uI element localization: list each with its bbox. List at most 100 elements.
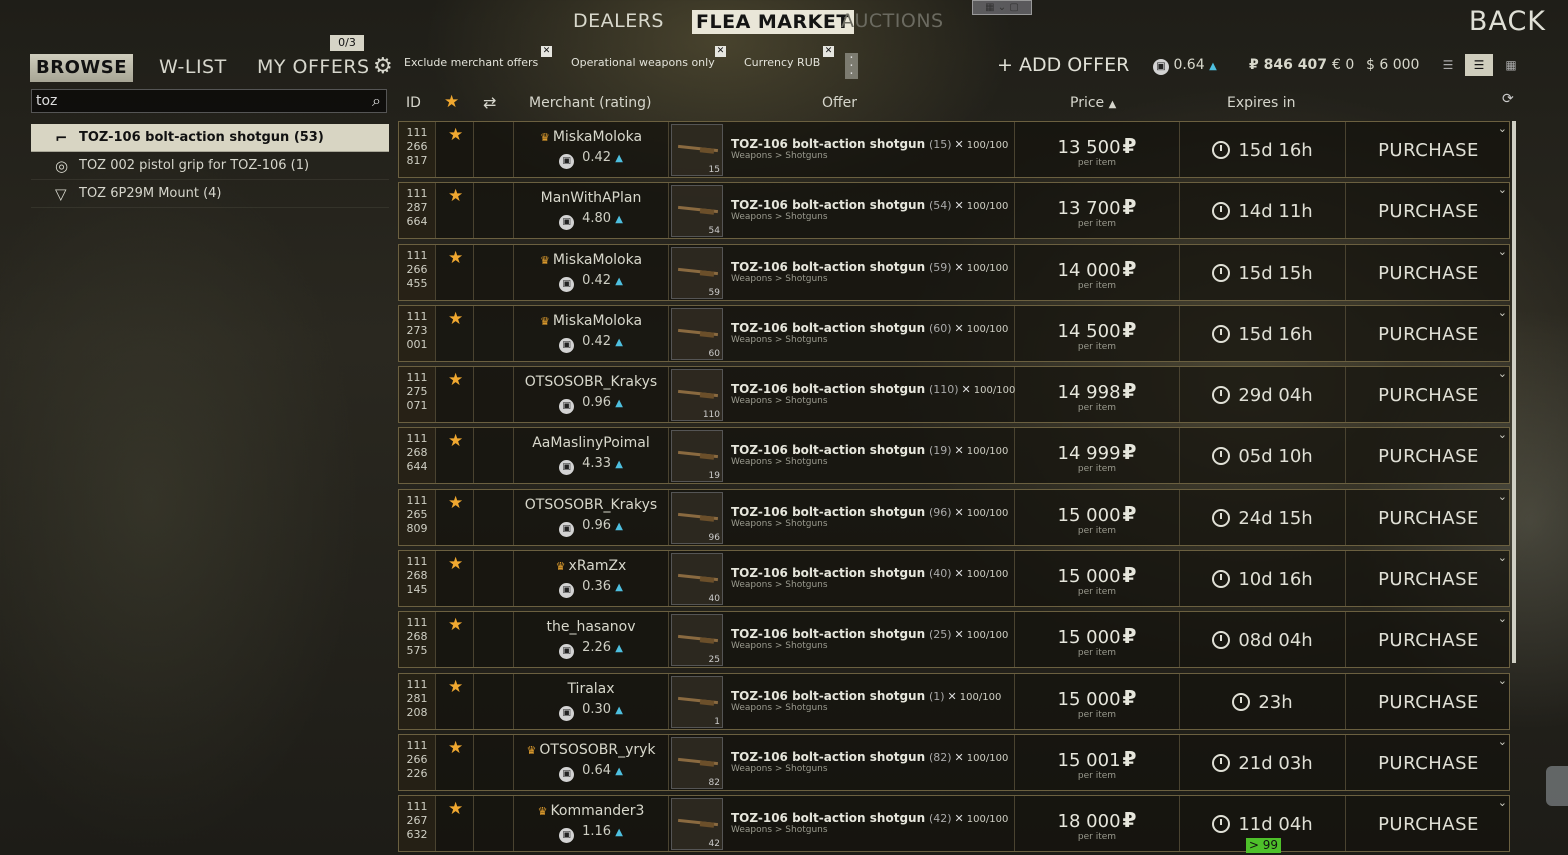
chevron-down-icon[interactable]: ⌄ (1498, 612, 1507, 625)
favorite-cell[interactable]: ★ (436, 489, 474, 545)
offer-cell[interactable]: TOZ-106 bolt-action shotgun (59) ✕ 100/100… (725, 244, 1015, 300)
favorite-cell[interactable]: ★ (436, 305, 474, 361)
filter-operational-weapons[interactable]: Operational weapons only (571, 56, 715, 69)
close-icon[interactable]: ✕ (823, 46, 834, 57)
merchant-cell[interactable]: OTSOSOBR_Krakys ▣ 0.96 ▲ (514, 489, 669, 545)
purchase-button[interactable]: PURCHASE (1346, 490, 1511, 545)
chevron-down-icon[interactable]: ⌄ (1498, 735, 1507, 748)
purchase-button[interactable]: PURCHASE (1346, 796, 1511, 851)
merchant-cell[interactable]: ♛ MiskaMoloka ▣ 0.42 ▲ (514, 244, 669, 300)
table-row[interactable]: 111 273 001 ★ ♛ MiskaMoloka ▣ 0.42 ▲ 60 TOZ-… (398, 304, 1511, 362)
merchant-name[interactable]: ♛ MiskaMoloka (514, 313, 668, 329)
merchant-name[interactable]: ♛ MiskaMoloka (514, 129, 668, 145)
star-icon[interactable]: ★ (448, 493, 463, 513)
tab-wlist[interactable]: W-LIST (159, 56, 227, 78)
header-price[interactable]: Price ▲ (1070, 95, 1116, 111)
offer-cell[interactable]: TOZ-106 bolt-action shotgun (60) ✕ 100/100… (725, 305, 1015, 361)
table-row[interactable]: 111 266 226 ★ ♛ OTSOSOBR_yryk ▣ 0.64 ▲ 82 TO… (398, 733, 1510, 791)
close-icon[interactable]: ✕ (541, 46, 552, 57)
star-icon[interactable]: ★ (448, 125, 463, 145)
chevron-down-icon[interactable]: ⌄ (1498, 490, 1507, 503)
tab-browse[interactable]: BROWSE (30, 54, 133, 82)
table-row[interactable]: 111 281 208 ★ Tiralax ▣ 0.30 ▲ 1 TOZ-106 bo… (398, 672, 1510, 730)
offer-cell[interactable]: TOZ-106 bolt-action shotgun (96) ✕ 100/100… (725, 489, 1015, 545)
grid-view-icon[interactable]: ▦ (1503, 58, 1519, 72)
star-icon[interactable]: ★ (448, 309, 463, 329)
merchant-name[interactable]: ManWithAPlan (514, 190, 668, 206)
offer-cell[interactable]: TOZ-106 bolt-action shotgun (42) ✕ 100/100… (725, 796, 1015, 852)
sidebar-item-toz002-grip[interactable]: ◎ TOZ 002 pistol grip for TOZ-106 (1) (31, 152, 389, 180)
star-icon[interactable]: ★ (448, 554, 463, 574)
merchant-cell[interactable]: ♛ MiskaMoloka ▣ 0.42 ▲ (514, 305, 669, 361)
favorite-cell[interactable]: ★ (436, 244, 474, 300)
star-icon[interactable]: ★ (448, 248, 463, 268)
merchant-cell[interactable]: Tiralax ▣ 0.30 ▲ (514, 673, 669, 729)
item-thumbnail[interactable]: 25 (671, 614, 723, 667)
header-offer[interactable]: Offer (822, 95, 857, 111)
scrollbar[interactable] (1512, 121, 1516, 663)
chevron-down-icon[interactable]: ⌄ (1498, 306, 1507, 319)
star-icon[interactable]: ★ (448, 738, 463, 758)
offer-cell[interactable]: TOZ-106 bolt-action shotgun (40) ✕ 100/100… (725, 551, 1015, 607)
item-thumbnail[interactable]: 82 (671, 736, 723, 789)
purchase-button[interactable]: PURCHASE (1346, 183, 1511, 238)
table-row[interactable]: 111 266 455 ★ ♛ MiskaMoloka ▣ 0.42 ▲ 59 TOZ-… (398, 243, 1511, 301)
merchant-name[interactable]: OTSOSOBR_Krakys (514, 497, 668, 513)
merchant-cell[interactable]: ManWithAPlan ▣ 4.80 ▲ (514, 183, 669, 239)
search-icon[interactable]: ⌕ (372, 91, 381, 111)
offer-cell[interactable]: TOZ-106 bolt-action shotgun (110) ✕ 100/10… (725, 367, 1015, 423)
chevron-down-icon[interactable]: ⌄ (1498, 183, 1507, 196)
purchase-button[interactable]: PURCHASE (1346, 245, 1511, 300)
purchase-button[interactable]: PURCHASE (1346, 306, 1511, 361)
table-row[interactable]: 111 275 071 ★ OTSOSOBR_Krakys ▣ 0.96 ▲ 110 … (398, 366, 1511, 424)
merchant-cell[interactable]: the_hasanov ▣ 2.26 ▲ (514, 612, 669, 668)
merchant-cell[interactable]: AaMaslinyPoimal ▣ 4.33 ▲ (514, 428, 669, 484)
star-icon[interactable]: ★ (448, 677, 463, 697)
refresh-icon[interactable]: ⟳ (1502, 91, 1514, 107)
sidebar-item-toz106[interactable]: ⌐ TOZ-106 bolt-action shotgun (53) (31, 124, 389, 152)
nav-dealers[interactable]: DEALERS (573, 10, 664, 32)
chevron-down-icon[interactable]: ⌄ (1498, 245, 1507, 258)
chevron-down-icon[interactable]: ⌄ (1498, 428, 1507, 441)
compact-list-view-icon[interactable]: ☰ (1440, 58, 1456, 72)
merchant-name[interactable]: OTSOSOBR_Krakys (514, 374, 668, 390)
item-thumbnail[interactable]: 54 (671, 185, 723, 238)
chevron-down-icon[interactable]: ⌄ (1498, 122, 1507, 135)
offer-cell[interactable]: TOZ-106 bolt-action shotgun (1) ✕ 100/100 … (725, 673, 1015, 729)
table-row[interactable]: 111 268 575 ★ the_hasanov ▣ 2.26 ▲ 25 TOZ-1… (398, 611, 1510, 669)
offer-cell[interactable]: TOZ-106 bolt-action shotgun (82) ✕ 100/100… (725, 734, 1015, 790)
sidebar-item-toz-mount[interactable]: ▽ TOZ 6P29M Mount (4) (31, 180, 389, 208)
chevron-down-icon[interactable]: ⌄ (1498, 674, 1507, 687)
purchase-button[interactable]: PURCHASE (1346, 367, 1511, 422)
offer-cell[interactable]: TOZ-106 bolt-action shotgun (25) ✕ 100/100… (725, 612, 1015, 668)
merchant-name[interactable]: ♛ Kommander3 (514, 803, 668, 819)
header-swap-icon[interactable]: ⇄ (483, 93, 496, 112)
table-row[interactable]: 111 266 817 ★ ♛ MiskaMoloka ▣ 0.42 ▲ 15 TOZ-… (398, 121, 1510, 178)
merchant-name[interactable]: ♛ xRamZx (514, 558, 668, 574)
list-view-icon[interactable]: ☰ (1465, 54, 1493, 76)
purchase-button[interactable]: PURCHASE (1346, 428, 1511, 483)
star-icon[interactable]: ★ (448, 615, 463, 635)
close-icon[interactable]: ✕ (715, 46, 726, 57)
nav-auctions[interactable]: AUCTIONS (841, 10, 944, 32)
merchant-name[interactable]: the_hasanov (514, 619, 668, 635)
nav-flea-market[interactable]: FLEA MARKET (692, 10, 854, 34)
header-favorite-star-icon[interactable]: ★ (444, 92, 459, 112)
more-options-icon[interactable]: · · · (845, 52, 858, 81)
item-thumbnail[interactable]: 1 (671, 675, 723, 728)
chevron-down-icon[interactable]: ⌄ (1498, 367, 1507, 380)
table-row[interactable]: 111 268 644 ★ AaMaslinyPoimal ▣ 4.33 ▲ 19 T… (398, 427, 1511, 485)
item-thumbnail[interactable]: 40 (671, 553, 723, 606)
table-row[interactable]: 111 267 632 ★ ♛ Kommander3 ▣ 1.16 ▲ 42 TOZ-1… (398, 795, 1511, 853)
merchant-cell[interactable]: ♛ MiskaMoloka ▣ 0.42 ▲ (514, 122, 669, 177)
header-merchant[interactable]: Merchant (rating) (529, 95, 652, 111)
item-thumbnail[interactable]: 15 (671, 124, 723, 176)
item-thumbnail[interactable]: 42 (671, 798, 723, 851)
filter-exclude-merchant[interactable]: Exclude merchant offers (404, 56, 538, 69)
favorite-cell[interactable]: ★ (436, 612, 474, 668)
table-row[interactable]: 111 287 664 ★ ManWithAPlan ▣ 4.80 ▲ 54 TOZ-… (398, 182, 1511, 240)
offer-cell[interactable]: TOZ-106 bolt-action shotgun (15) ✕ 100/100… (725, 122, 1015, 177)
purchase-button[interactable]: PURCHASE (1346, 551, 1511, 606)
favorite-cell[interactable]: ★ (436, 673, 474, 729)
filter-currency[interactable]: Currency RUB (744, 56, 820, 69)
